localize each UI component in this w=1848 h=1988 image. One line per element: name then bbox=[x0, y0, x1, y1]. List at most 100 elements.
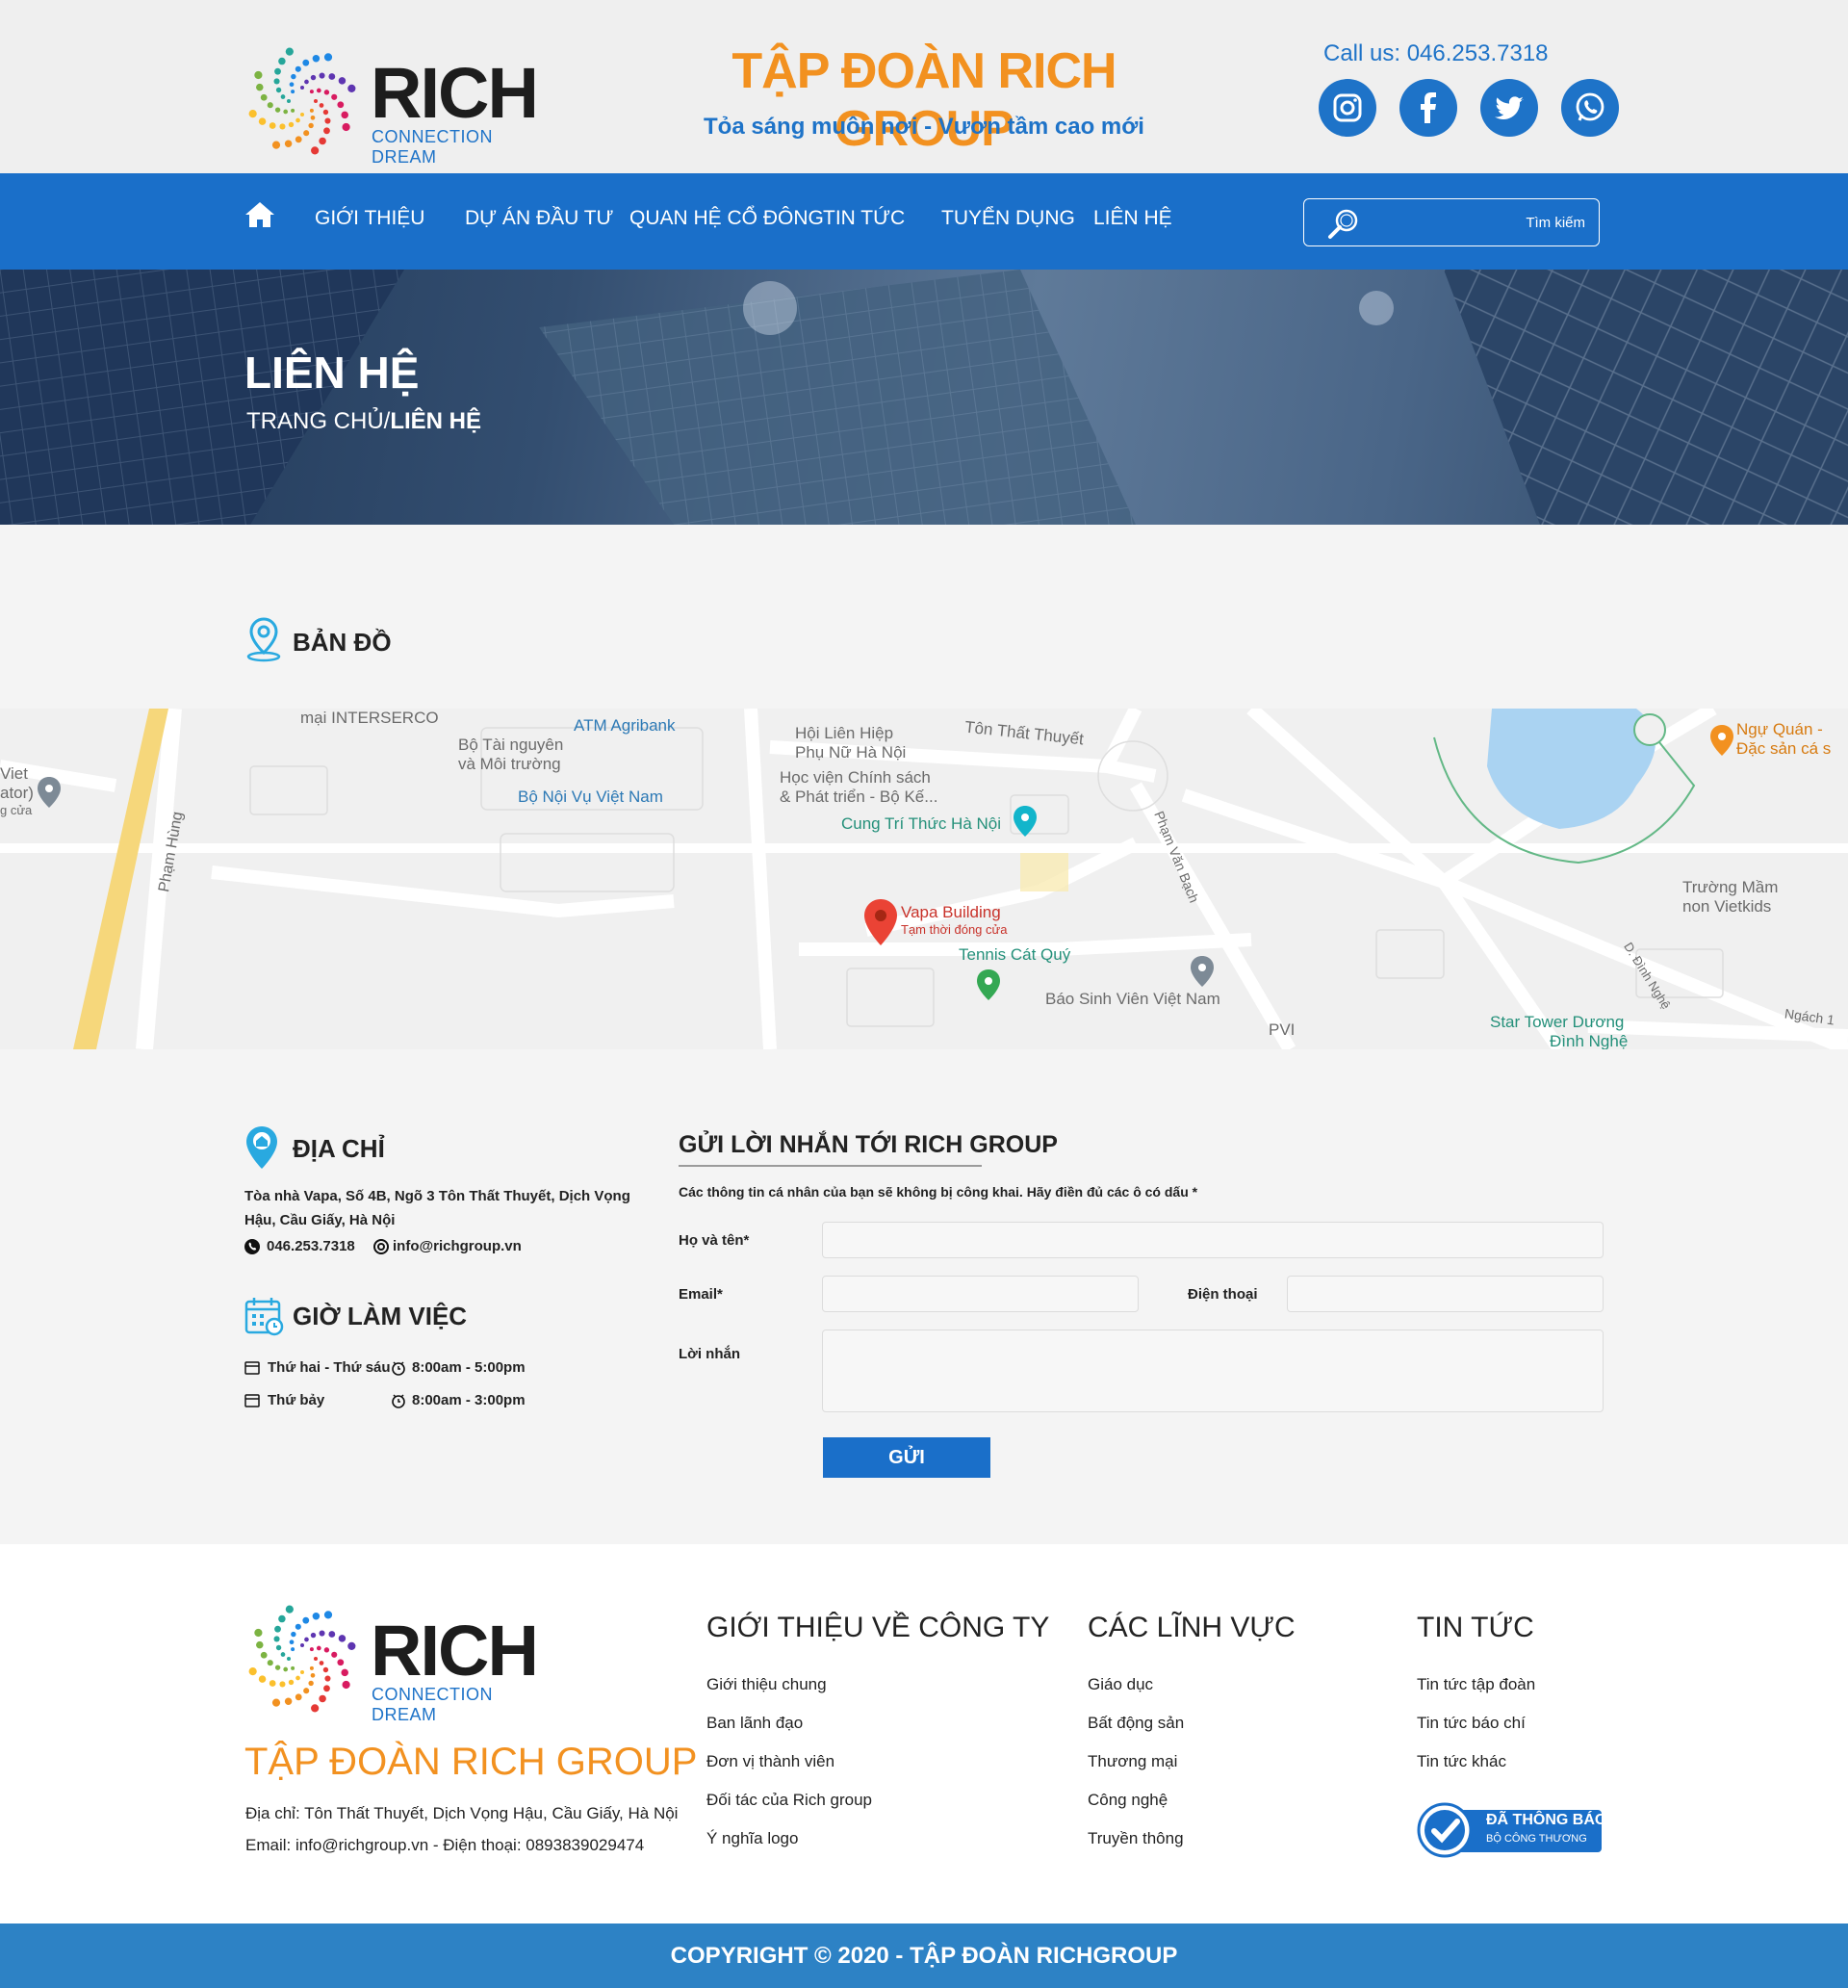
logo-word: RICH bbox=[371, 53, 539, 133]
phone-field[interactable] bbox=[1287, 1276, 1604, 1312]
send-button[interactable]: GỬI bbox=[823, 1437, 990, 1478]
map-label: Ngự Quán - bbox=[1736, 720, 1823, 738]
nav-gioi-thieu[interactable]: GIỚI THIỆU bbox=[315, 207, 424, 230]
footer-link[interactable]: Truyền thông bbox=[1088, 1829, 1184, 1848]
instagram-icon[interactable] bbox=[1319, 79, 1376, 137]
nav-lien-he[interactable]: LIÊN HỆ bbox=[1093, 207, 1172, 230]
address-title: ĐỊA CHỈ bbox=[293, 1134, 385, 1163]
copyright-bar: COPYRIGHT © 2020 - TẬP ĐOÀN RICHGROUP bbox=[0, 1923, 1848, 1988]
whatsapp-icon[interactable] bbox=[1561, 79, 1619, 137]
logo-mark-icon bbox=[248, 1605, 356, 1713]
map-label: và Môi trường bbox=[458, 755, 561, 773]
map-label: non Vietkids bbox=[1682, 897, 1772, 916]
footer-link[interactable]: Thương mại bbox=[1088, 1752, 1177, 1771]
map-label: Vapa Building bbox=[901, 903, 1001, 921]
breadcrumb: TRANG CHỦ/LIÊN HỆ bbox=[246, 408, 481, 435]
map-label: Viet bbox=[0, 764, 28, 783]
address-phone[interactable]: 046.253.7318 bbox=[267, 1238, 355, 1254]
map-label: Bộ Tài nguyên bbox=[458, 736, 564, 754]
map-label: Tennis Cát Quý bbox=[959, 945, 1071, 964]
footer-link[interactable]: Tin tức tập đoàn bbox=[1417, 1675, 1535, 1694]
map-label: & Phát triển - Bộ Kế... bbox=[780, 787, 938, 806]
calendar-icon bbox=[244, 1298, 284, 1336]
footer-link[interactable]: Bất động sản bbox=[1088, 1714, 1184, 1733]
hours-time: 8:00am - 3:00pm bbox=[412, 1392, 526, 1408]
hours-title: GIỜ LÀM VIỆC bbox=[293, 1302, 468, 1330]
phone-label: Điện thoại bbox=[1188, 1286, 1258, 1303]
map-heading: BẢN ĐỒ bbox=[293, 628, 392, 657]
slogan: Tỏa sáng muôn nơi - Vươn tầm cao mới bbox=[704, 114, 1144, 140]
twitter-icon[interactable] bbox=[1480, 79, 1538, 137]
page-title: LIÊN HỆ bbox=[244, 348, 420, 398]
footer-logo[interactable]: RICH CONNECTION DREAM bbox=[245, 1602, 544, 1724]
map-label: Hội Liên Hiệp bbox=[795, 724, 894, 742]
place-marker-icon bbox=[1191, 956, 1214, 987]
name-label: Họ và tên* bbox=[679, 1232, 750, 1249]
form-title-underline bbox=[679, 1165, 982, 1167]
main-nav: GIỚI THIỆU DỰ ÁN ĐẦU TƯ QUAN HỆ CỔ ĐÔNG … bbox=[0, 173, 1848, 270]
footer-col-fields-title: CÁC LĨNH VỰC bbox=[1088, 1612, 1296, 1643]
logo-mark-icon bbox=[248, 47, 356, 155]
location-icon bbox=[246, 1126, 277, 1169]
footer-company: TẬP ĐOÀN RICH GROUP bbox=[244, 1741, 698, 1783]
search-placeholder: Tìm kiếm bbox=[1526, 215, 1585, 231]
place-marker-icon bbox=[38, 777, 61, 808]
place-marker-icon bbox=[1014, 806, 1037, 837]
map-label: Đình Nghệ bbox=[1550, 1032, 1629, 1049]
at-icon bbox=[373, 1239, 389, 1254]
embedded-map[interactable]: mại INTERSERCO ATM Agribank Bộ Tài nguyê… bbox=[0, 709, 1848, 1049]
badge-line-2: BỘ CÔNG THƯƠNG bbox=[1486, 1833, 1587, 1845]
nav-du-an-dau-tu[interactable]: DỰ ÁN ĐẦU TƯ bbox=[465, 207, 614, 230]
home-icon[interactable] bbox=[244, 200, 275, 234]
header-logo[interactable]: RICH CONNECTION DREAM bbox=[245, 44, 544, 167]
logo-tagline: CONNECTION DREAM bbox=[372, 1685, 493, 1724]
ministry-badge[interactable]: ĐÃ THÔNG BÁO BỘ CÔNG THƯƠNG bbox=[1417, 1802, 1606, 1858]
map-label: Star Tower Dương bbox=[1490, 1013, 1625, 1031]
footer-address: Địa chỉ: Tôn Thất Thuyết, Dịch Vọng Hậu,… bbox=[245, 1804, 679, 1822]
footer-link[interactable]: Giáo dục bbox=[1088, 1675, 1153, 1694]
map-label: Cung Trí Thức Hà Nội bbox=[841, 814, 1002, 833]
location-marker-icon[interactable] bbox=[862, 897, 899, 947]
page-banner: LIÊN HỆ TRANG CHỦ/LIÊN HỆ bbox=[0, 270, 1848, 525]
footer-link[interactable]: Giới thiệu chung bbox=[706, 1675, 827, 1694]
map-label: Báo Sinh Viên Việt Nam bbox=[1045, 990, 1220, 1008]
name-field[interactable] bbox=[822, 1222, 1604, 1258]
message-field[interactable] bbox=[822, 1330, 1604, 1412]
breadcrumb-home[interactable]: TRANG CHỦ/ bbox=[246, 408, 390, 434]
map-label: Học viện Chính sách bbox=[780, 768, 931, 787]
small-calendar-icon bbox=[244, 1361, 260, 1375]
nav-tuyen-dung[interactable]: TUYỂN DỤNG bbox=[941, 207, 1075, 230]
footer-link[interactable]: Công nghệ bbox=[1088, 1791, 1168, 1810]
map-label: Trường Mầm bbox=[1682, 878, 1779, 896]
search-icon[interactable] bbox=[1325, 206, 1362, 243]
footer-link[interactable]: Đơn vị thành viên bbox=[706, 1752, 834, 1771]
footer-col-news-title: TIN TỨC bbox=[1417, 1612, 1534, 1643]
footer-link[interactable]: Đối tác của Rich group bbox=[706, 1791, 872, 1810]
form-note: Các thông tin cá nhân của bạn sẽ không b… bbox=[679, 1184, 1198, 1200]
nav-quan-he-co-dong[interactable]: QUAN HỆ CỔ ĐÔNG bbox=[629, 207, 824, 230]
footer-contact: Email: info@richgroup.vn - Điện thoại: 0… bbox=[245, 1836, 645, 1854]
map-label: mại INTERSERCO bbox=[300, 709, 439, 727]
email-field[interactable] bbox=[822, 1276, 1139, 1312]
map-pin-icon bbox=[246, 617, 281, 662]
phone-icon bbox=[244, 1239, 260, 1254]
footer-col-about-title: GIỚI THIỆU VỀ CÔNG TY bbox=[706, 1612, 1050, 1643]
email-label: Email* bbox=[679, 1286, 723, 1303]
footer-link[interactable]: Tin tức báo chí bbox=[1417, 1714, 1526, 1733]
nav-tin-tuc[interactable]: TIN TỨC bbox=[823, 207, 905, 230]
footer-link[interactable]: Ý nghĩa logo bbox=[706, 1829, 798, 1848]
map-label: ator) bbox=[0, 784, 34, 802]
address-email[interactable]: info@richgroup.vn bbox=[393, 1238, 522, 1254]
clock-icon bbox=[392, 1361, 405, 1376]
footer-link[interactable]: Tin tức khác bbox=[1417, 1752, 1506, 1771]
call-us: Call us: 046.253.7318 bbox=[1323, 40, 1549, 66]
search-input[interactable]: Tìm kiếm bbox=[1303, 198, 1600, 246]
footer-link[interactable]: Ban lãnh đạo bbox=[706, 1714, 803, 1733]
map-label: Bộ Nội Vụ Việt Nam bbox=[518, 787, 663, 806]
site-footer: RICH CONNECTION DREAM TẬP ĐOÀN RICH GROU… bbox=[0, 1544, 1848, 1923]
facebook-icon[interactable] bbox=[1399, 79, 1457, 137]
copyright-text: COPYRIGHT © 2020 - TẬP ĐOÀN RICHGROUP bbox=[670, 1943, 1178, 1969]
breadcrumb-current: LIÊN HỆ bbox=[390, 408, 482, 434]
logo-word: RICH bbox=[371, 1611, 539, 1691]
place-marker-icon bbox=[977, 969, 1000, 1000]
